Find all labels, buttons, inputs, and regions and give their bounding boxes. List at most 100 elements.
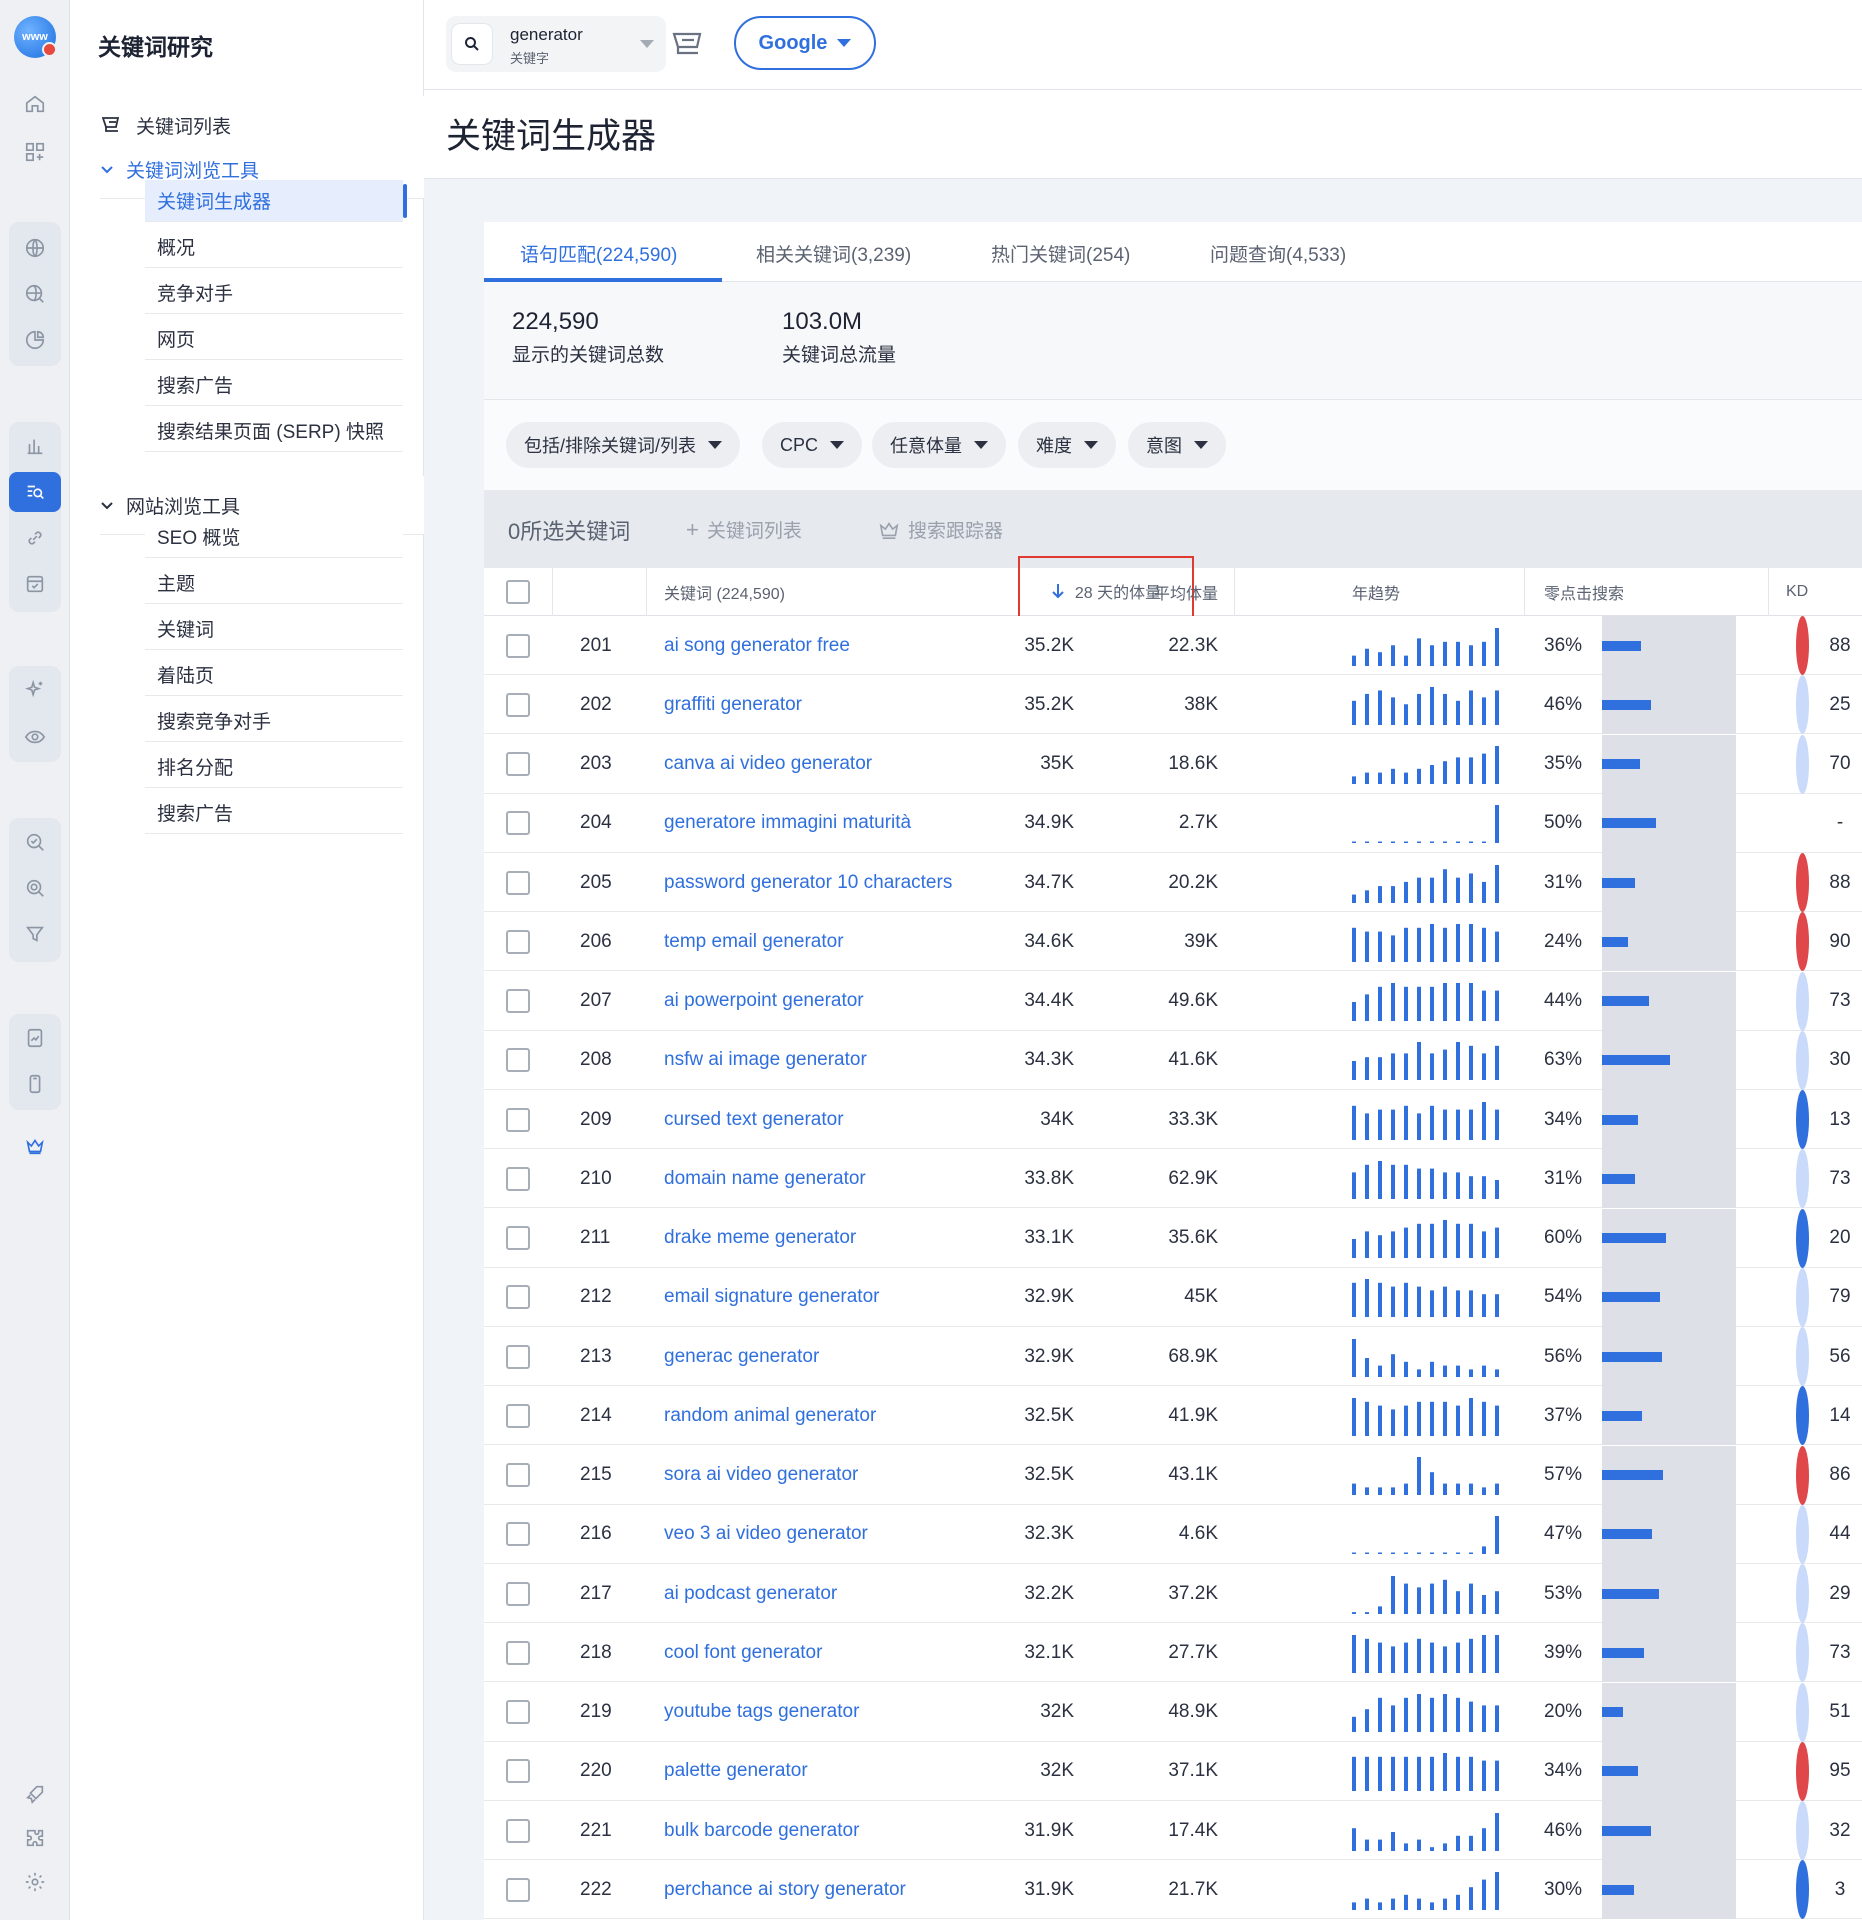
dashboard-icon[interactable] — [9, 132, 61, 172]
puzzle-icon[interactable] — [9, 1818, 61, 1858]
keyword-link[interactable]: perchance ai story generator — [664, 1860, 906, 1919]
keyword-link[interactable]: email signature generator — [664, 1268, 879, 1327]
table-row[interactable]: 220 palette generator 32K 37.1K 34% 95 — [484, 1741, 1862, 1801]
keyword-link[interactable]: bulk barcode generator — [664, 1801, 859, 1860]
filter-intent[interactable]: 意图 — [1128, 422, 1226, 468]
table-row[interactable]: 205 password generator 10 characters 34.7K… — [484, 853, 1862, 912]
audit-icon[interactable] — [9, 564, 61, 604]
row-checkbox[interactable] — [506, 972, 530, 1031]
dropdown-caret-icon[interactable] — [640, 40, 654, 48]
search-engine-dropdown[interactable]: Google — [734, 16, 876, 70]
row-checkbox[interactable] — [506, 794, 530, 853]
add-to-tracker-button[interactable]: 搜索跟踪器 — [878, 516, 1003, 543]
row-checkbox[interactable] — [506, 1564, 530, 1623]
table-row[interactable]: 211 drake meme generator 33.1K 35.6K 60% 20 — [484, 1208, 1862, 1268]
table-row[interactable]: 221 bulk barcode generator 31.9K 17.4K 46% 32 — [484, 1801, 1862, 1860]
table-row[interactable]: 204 generatore immagini maturità 34.9K 2.7K… — [484, 793, 1862, 853]
keyword-link[interactable]: graffiti generator — [664, 675, 802, 734]
filter-volume[interactable]: 任意体量 — [872, 422, 1006, 468]
filter-icon[interactable] — [9, 914, 61, 954]
search-target-icon[interactable] — [9, 868, 61, 908]
row-checkbox[interactable] — [506, 735, 530, 794]
header-kd[interactable]: KD — [1786, 568, 1808, 616]
table-row[interactable]: 216 veo 3 ai video generator 32.3K 4.6K 47% 4… — [484, 1504, 1862, 1564]
keyword-link[interactable]: generac generator — [664, 1327, 819, 1386]
table-row[interactable]: 215 sora ai video generator 32.5K 43.1K 57% 8… — [484, 1445, 1862, 1505]
link-icon[interactable] — [9, 518, 61, 558]
row-checkbox[interactable] — [506, 1149, 530, 1208]
sparkle-icon[interactable] — [9, 670, 61, 710]
search-check-icon[interactable] — [9, 822, 61, 862]
sidebar-item-serp-snapshot[interactable]: 搜索结果页面 (SERP) 快照 — [145, 410, 403, 452]
row-checkbox[interactable] — [506, 616, 530, 675]
table-row[interactable]: 219 youtube tags generator 32K 48.9K 20% 51 — [484, 1682, 1862, 1742]
home-icon[interactable] — [9, 84, 61, 124]
keyword-link[interactable]: random animal generator — [664, 1386, 876, 1445]
sidebar-item-search-competitors[interactable]: 搜索竞争对手 — [145, 700, 403, 742]
app-logo[interactable]: www — [14, 16, 57, 58]
row-checkbox[interactable] — [506, 1683, 530, 1742]
keyword-search-box[interactable]: generator 关键字 — [446, 16, 666, 72]
table-row[interactable]: 214 random animal generator 32.5K 41.9K 37% 1… — [484, 1386, 1862, 1446]
sidebar-item-search-ads[interactable]: 搜索广告 — [145, 364, 403, 406]
keyword-link[interactable]: ai powerpoint generator — [664, 972, 864, 1031]
sidebar-item-site-search-ads[interactable]: 搜索广告 — [145, 792, 403, 834]
tab-popular-keywords[interactable]: 热门关键词(254) — [991, 240, 1130, 267]
sidebar-item-ranking-distribution[interactable]: 排名分配 — [145, 746, 403, 788]
header-trend[interactable]: 年趋势 — [1352, 568, 1400, 616]
table-row[interactable]: 222 perchance ai story generator 31.9K 21.7… — [484, 1860, 1862, 1920]
header-avg-volume[interactable]: 平均体量 — [1124, 568, 1218, 616]
rocket-icon[interactable] — [9, 1774, 61, 1814]
row-checkbox[interactable] — [506, 675, 530, 734]
search-input-value[interactable]: generator — [510, 25, 583, 45]
tab-related-keywords[interactable]: 相关关键词(3,239) — [756, 240, 911, 267]
sidebar-item-overview[interactable]: 概况 — [145, 226, 403, 268]
pie-chart-icon[interactable] — [9, 320, 61, 360]
row-checkbox[interactable] — [506, 1801, 530, 1860]
keyword-link[interactable]: nsfw ai image generator — [664, 1031, 867, 1090]
tab-phrase-match[interactable]: 语句匹配(224,590) — [520, 240, 677, 267]
row-checkbox[interactable] — [506, 912, 530, 971]
keyword-link[interactable]: temp email generator — [664, 912, 844, 971]
keyword-cart-icon[interactable] — [670, 30, 704, 65]
filter-cpc[interactable]: CPC — [762, 422, 863, 468]
table-row[interactable]: 210 domain name generator 33.8K 62.9K 31% 73 — [484, 1149, 1862, 1209]
row-checkbox[interactable] — [506, 1031, 530, 1090]
tab-questions[interactable]: 问题查询(4,533) — [1210, 240, 1346, 267]
keyword-link[interactable]: youtube tags generator — [664, 1683, 859, 1742]
table-row[interactable]: 203 canva ai video generator 35K 18.6K 35% 70 — [484, 734, 1862, 794]
row-checkbox[interactable] — [506, 1446, 530, 1505]
row-checkbox[interactable] — [506, 1860, 530, 1919]
keyword-link[interactable]: palette generator — [664, 1742, 808, 1801]
keyword-link[interactable]: domain name generator — [664, 1149, 866, 1208]
header-zero-click[interactable]: 零点击搜索 — [1544, 568, 1624, 616]
row-checkbox[interactable] — [506, 853, 530, 912]
add-to-keyword-list-button[interactable]: + 关键词列表 — [686, 516, 802, 543]
row-checkbox[interactable] — [506, 1742, 530, 1801]
keyword-link[interactable]: ai podcast generator — [664, 1564, 837, 1623]
globe-search-icon[interactable] — [9, 274, 61, 314]
table-row[interactable]: 212 email signature generator 32.9K 45K 54% 7… — [484, 1267, 1862, 1327]
table-row[interactable]: 208 nsfw ai image generator 34.3K 41.6K 63% 3… — [484, 1030, 1862, 1090]
table-row[interactable]: 207 ai powerpoint generator 34.4K 49.6K 44% 7… — [484, 971, 1862, 1031]
table-row[interactable]: 206 temp email generator 34.6K 39K 24% 90 — [484, 912, 1862, 972]
keyword-link[interactable]: veo 3 ai video generator — [664, 1505, 868, 1564]
sidebar-item-keyword-generator[interactable]: 关键词生成器 — [145, 180, 407, 222]
table-row[interactable]: 217 ai podcast generator 32.2K 37.2K 53% 29 — [484, 1564, 1862, 1623]
eye-sparkle-icon[interactable] — [9, 716, 61, 756]
row-checkbox[interactable] — [506, 1090, 530, 1149]
row-checkbox[interactable] — [506, 1505, 530, 1564]
row-checkbox[interactable] — [506, 1327, 530, 1386]
keyword-research-icon[interactable] — [9, 472, 61, 512]
crown-icon[interactable] — [9, 1126, 61, 1166]
keyword-link[interactable]: cool font generator — [664, 1623, 822, 1682]
search-icon[interactable] — [452, 24, 492, 64]
mobile-icon[interactable] — [9, 1064, 61, 1104]
keyword-link[interactable]: generatore immagini maturità — [664, 794, 911, 853]
bar-chart-icon[interactable] — [9, 426, 61, 466]
keyword-link[interactable]: canva ai video generator — [664, 735, 872, 794]
table-row[interactable]: 209 cursed text generator 34K 33.3K 34% 13 — [484, 1090, 1862, 1149]
settings-gear-icon[interactable] — [9, 1862, 61, 1902]
row-checkbox[interactable] — [506, 1623, 530, 1682]
sidebar-item-landing-pages[interactable]: 着陆页 — [145, 654, 403, 696]
